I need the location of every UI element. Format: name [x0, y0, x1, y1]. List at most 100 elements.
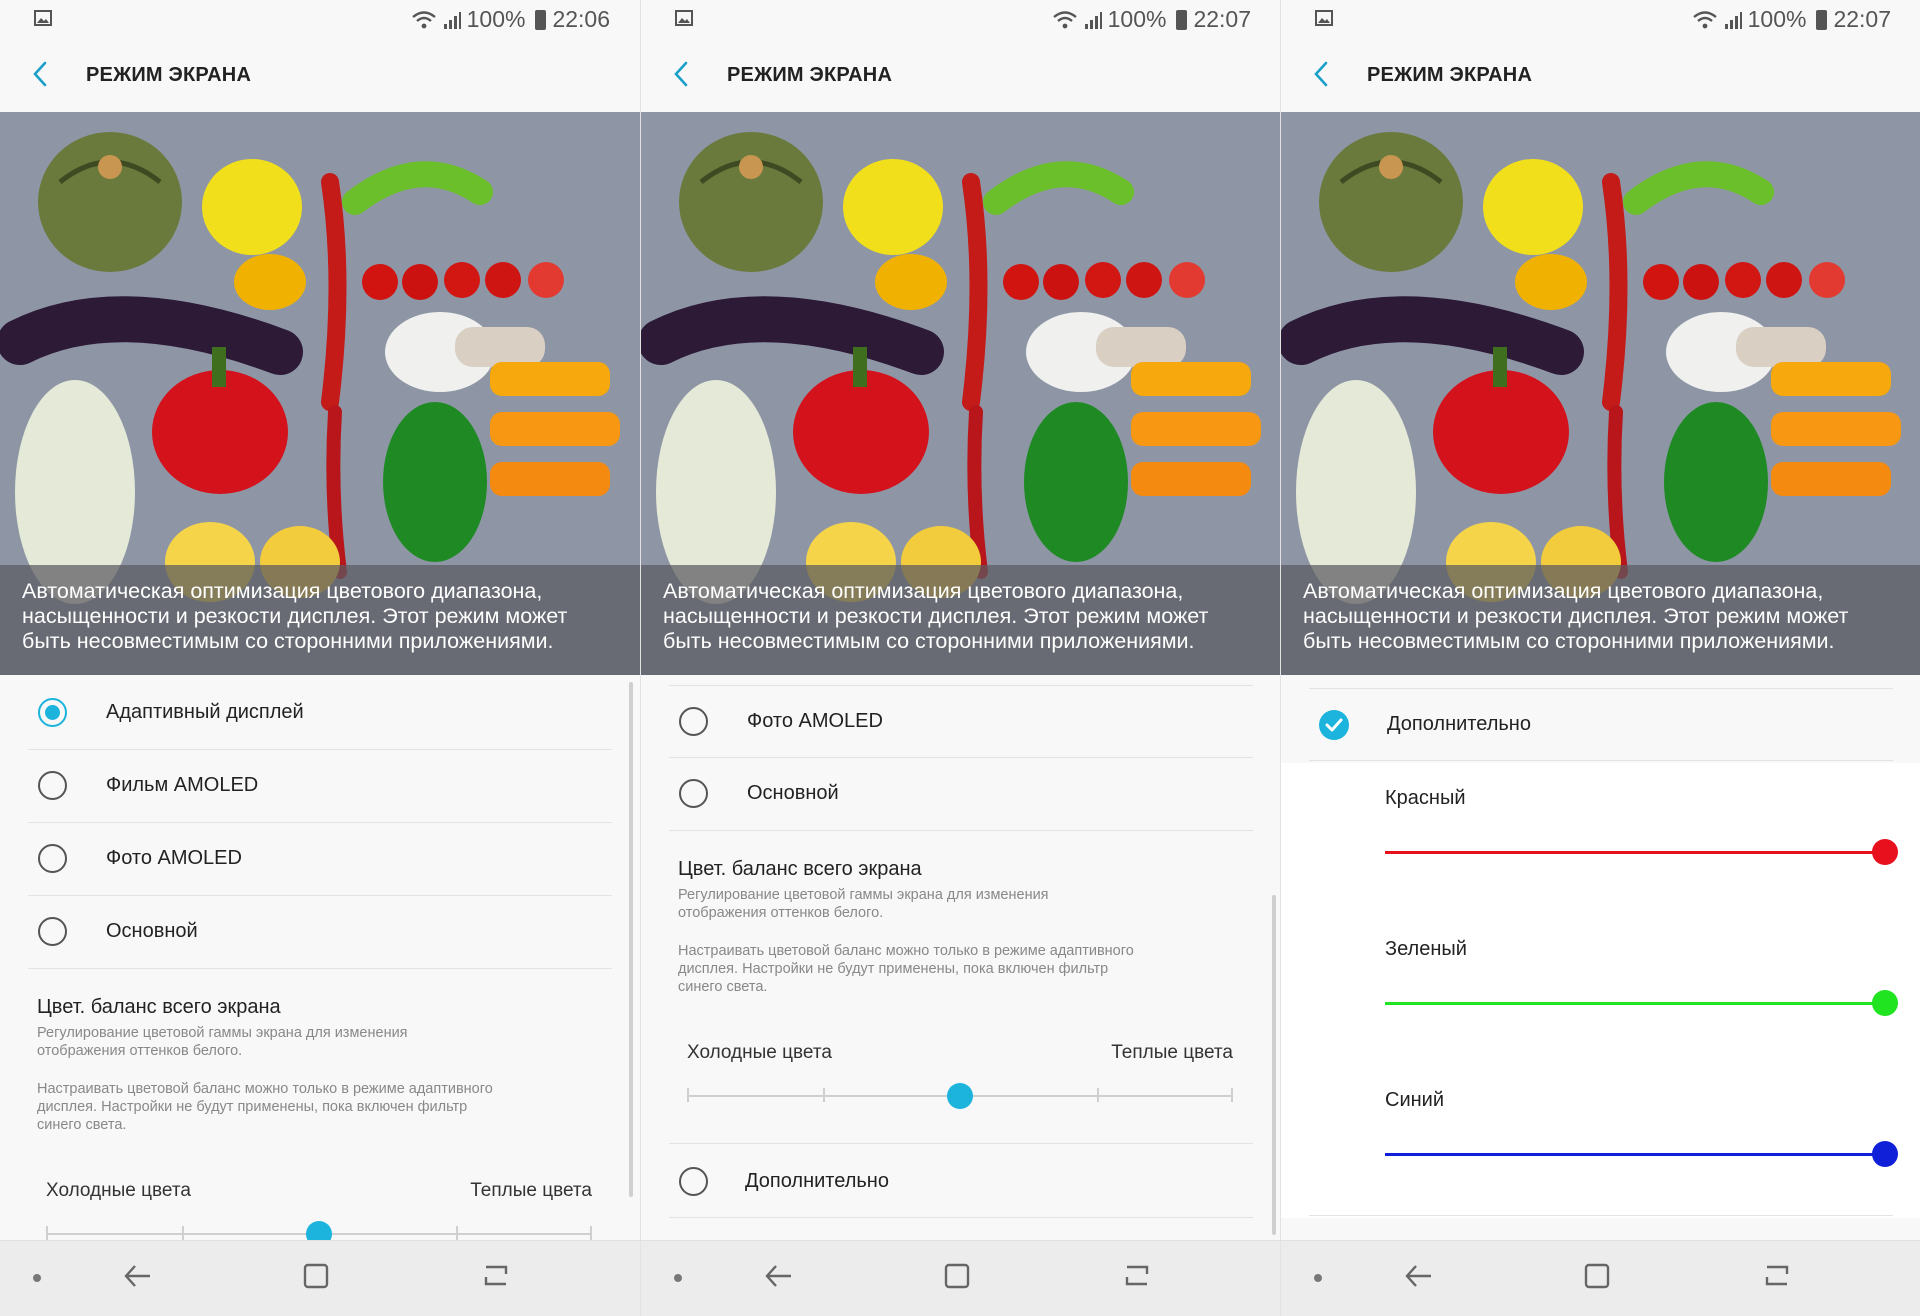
nav-recents-icon[interactable] — [1763, 1263, 1791, 1289]
balance-title: Цвет. баланс всего экрана — [37, 996, 281, 1018]
radio-button[interactable] — [679, 707, 708, 736]
slider-tick — [590, 1226, 592, 1240]
option-label: Фото AMOLED — [106, 847, 242, 869]
slider-thumb[interactable] — [947, 1083, 973, 1109]
blue-slider[interactable] — [1385, 1153, 1885, 1156]
option-label: Фильм AMOLED — [106, 774, 259, 796]
red-label: Красный — [1385, 787, 1466, 809]
gallery-notification-icon — [675, 10, 693, 26]
blue-slider-thumb[interactable] — [1872, 1141, 1898, 1167]
option-label: Фото AMOLED — [747, 710, 883, 732]
option-photo-amoled[interactable]: Фото AMOLED — [669, 685, 1253, 758]
slider-tick — [46, 1226, 48, 1240]
back-arrow-icon[interactable] — [32, 60, 48, 88]
preview-image: Автоматическая оптимизация цветового диа… — [0, 112, 640, 675]
cold-colors-label: Холодные цвета — [687, 1042, 832, 1063]
blue-label: Синий — [1385, 1089, 1445, 1111]
option-advanced[interactable]: Дополнительно — [1309, 688, 1893, 761]
option-basic[interactable]: Основной — [669, 758, 1253, 831]
green-label: Зеленый — [1385, 938, 1467, 960]
red-slider-thumb[interactable] — [1872, 839, 1898, 865]
preview-image: Автоматическая оптимизация цветового диа… — [1281, 112, 1920, 675]
gallery-notification-icon — [34, 10, 52, 26]
balance-note: Настраивать цветовой баланс можно только… — [678, 943, 1134, 995]
signal-icon — [443, 11, 461, 29]
balance-note: Настраивать цветовой баланс можно только… — [37, 1081, 493, 1133]
wifi-icon — [411, 10, 436, 28]
radio-button[interactable] — [38, 844, 67, 873]
option-basic[interactable]: Основной — [28, 896, 612, 969]
radio-button-selected[interactable] — [38, 698, 67, 727]
option-film-amoled[interactable]: Фильм AMOLED — [28, 750, 612, 823]
battery-icon — [1816, 9, 1828, 30]
page-title: РЕЖИМ ЭКРАНА — [727, 64, 893, 86]
divider — [1309, 1215, 1893, 1216]
checkmark-icon[interactable] — [1319, 710, 1349, 740]
option-label: Дополнительно — [1387, 713, 1531, 735]
screens-container: 100% 22:06 РЕЖИМ ЭКРАНА Автоматическая о… — [0, 0, 1920, 1316]
navigation-bar — [1281, 1240, 1920, 1316]
battery-icon — [1176, 9, 1188, 30]
option-advanced[interactable]: Дополнительно — [669, 1143, 1253, 1218]
nav-recents-icon[interactable] — [1123, 1263, 1151, 1289]
radio-button[interactable] — [38, 917, 67, 946]
nav-home-icon[interactable] — [944, 1263, 970, 1289]
nav-back-icon[interactable] — [1405, 1263, 1433, 1289]
balance-labels: Холодные цвета Теплые цвета — [687, 1042, 1233, 1064]
nav-home-icon[interactable] — [1584, 1263, 1610, 1289]
signal-icon — [1724, 11, 1742, 29]
slider-tick — [456, 1226, 458, 1240]
radio-button[interactable] — [679, 1167, 708, 1196]
navigation-bar — [0, 1240, 640, 1316]
screen-2: 100% 22:07 РЕЖИМ ЭКРАНА Автоматическая о… — [640, 0, 1280, 1316]
battery-percent: 100% — [1747, 6, 1807, 32]
radio-button[interactable] — [38, 771, 67, 800]
back-arrow-icon[interactable] — [673, 60, 689, 88]
nav-back-icon[interactable] — [765, 1263, 793, 1289]
option-label: Основной — [106, 920, 198, 942]
rgb-sliders-panel: Красный Зеленый Синий — [1281, 763, 1920, 1218]
preview-caption: Автоматическая оптимизация цветового диа… — [1281, 565, 1920, 675]
option-label: Дополнительно — [745, 1170, 889, 1192]
slider-tick — [1231, 1088, 1233, 1102]
balance-description: Регулирование цветовой гаммы экрана для … — [37, 1025, 408, 1059]
wifi-icon — [1692, 10, 1717, 28]
radio-button[interactable] — [679, 779, 708, 808]
balance-title: Цвет. баланс всего экрана — [678, 858, 922, 880]
wifi-icon — [1052, 10, 1077, 28]
page-title: РЕЖИМ ЭКРАНА — [86, 64, 252, 86]
green-slider-thumb[interactable] — [1872, 990, 1898, 1016]
option-photo-amoled[interactable]: Фото AMOLED — [28, 823, 612, 896]
preview-image: Автоматическая оптимизация цветового диа… — [641, 112, 1280, 675]
navigation-bar — [641, 1240, 1280, 1316]
nav-recents-icon[interactable] — [482, 1263, 510, 1289]
screen-1: 100% 22:06 РЕЖИМ ЭКРАНА Автоматическая о… — [0, 0, 640, 1316]
preview-caption: Автоматическая оптимизация цветового диа… — [0, 565, 640, 675]
app-bar: РЕЖИМ ЭКРАНА — [641, 38, 1280, 112]
scrollbar[interactable] — [1272, 895, 1276, 1235]
option-adaptive-display[interactable]: Адаптивный дисплей — [28, 677, 612, 750]
nav-home-icon[interactable] — [303, 1263, 329, 1289]
balance-description: Регулирование цветовой гаммы экрана для … — [678, 887, 1049, 921]
nav-dot-icon[interactable] — [32, 1273, 42, 1283]
screen-3: 100% 22:07 РЕЖИМ ЭКРАНА Автоматическая о… — [1280, 0, 1920, 1316]
cold-colors-label: Холодные цвета — [46, 1180, 191, 1201]
status-bar: 100% 22:07 — [1281, 0, 1920, 38]
slider-tick — [687, 1088, 689, 1102]
warm-colors-label: Теплые цвета — [1111, 1042, 1233, 1063]
gallery-notification-icon — [1315, 10, 1333, 26]
scrollbar[interactable] — [629, 682, 633, 1197]
nav-back-icon[interactable] — [124, 1263, 152, 1289]
clock: 22:07 — [1193, 6, 1251, 32]
status-bar: 100% 22:06 — [0, 0, 640, 38]
option-label: Основной — [747, 782, 839, 804]
nav-dot-icon[interactable] — [1313, 1273, 1323, 1283]
back-arrow-icon[interactable] — [1313, 60, 1329, 88]
nav-dot-icon[interactable] — [673, 1273, 683, 1283]
warm-colors-label: Теплые цвета — [470, 1180, 592, 1201]
clock: 22:06 — [552, 6, 610, 32]
slider-tick — [823, 1088, 825, 1102]
red-slider[interactable] — [1385, 851, 1885, 854]
option-label: Адаптивный дисплей — [106, 701, 304, 723]
green-slider[interactable] — [1385, 1002, 1885, 1005]
